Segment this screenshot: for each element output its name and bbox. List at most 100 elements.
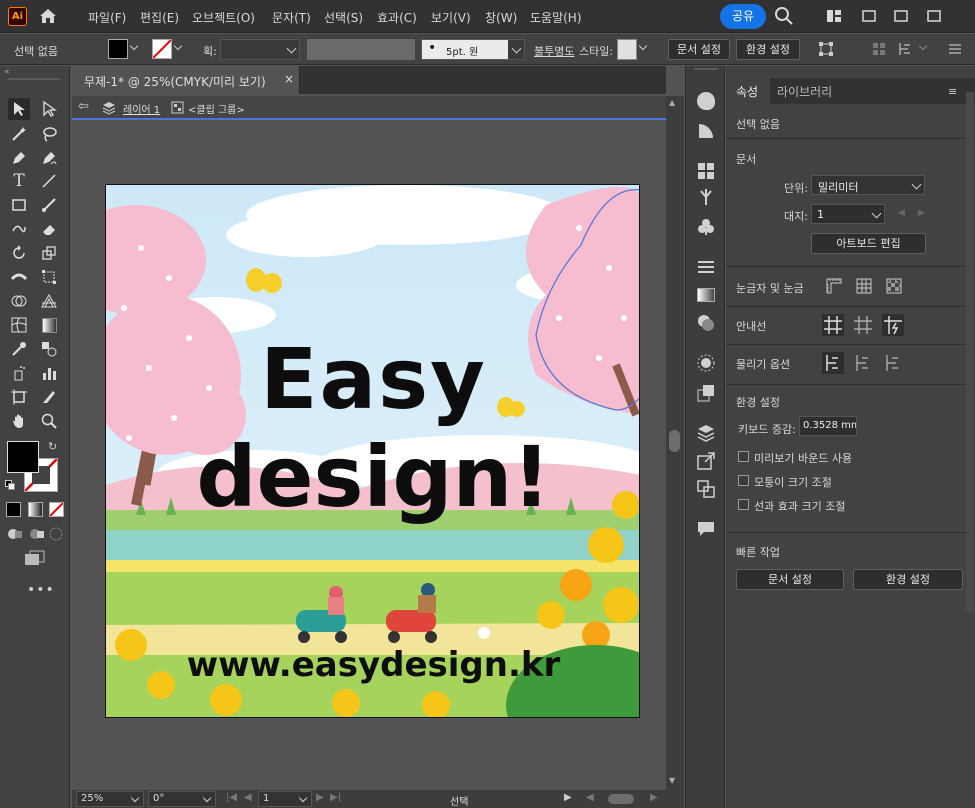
ruler-icon[interactable] [826,278,842,294]
lasso-tool-icon[interactable] [38,123,60,145]
graphic-styles-icon[interactable] [697,384,715,402]
menu-select[interactable]: 선택(S) [324,9,363,26]
gradient-panel-icon[interactable] [697,288,715,302]
artboard[interactable]: Easy design! www.easydesign.kr [105,184,640,718]
last-artboard-icon[interactable]: ▶| [330,792,341,803]
zoom-tool-icon[interactable] [38,410,60,432]
brushes-icon[interactable] [697,188,715,206]
shaper-tool-icon[interactable] [8,218,30,240]
gradient-mode-icon[interactable] [28,502,43,517]
export-icon[interactable] [697,452,715,470]
opacity-label[interactable]: 불투명도 [534,43,574,59]
artboard-number-select[interactable]: 1 [258,791,312,807]
stroke-panel-icon[interactable] [697,258,715,276]
close-icon[interactable] [926,8,942,24]
first-artboard-icon[interactable]: |◀ [226,792,237,803]
scroll-down-icon[interactable]: ▼ [669,776,675,785]
shape-builder-tool-icon[interactable] [8,290,30,312]
transform-icon[interactable] [818,41,834,57]
variable-width-profile[interactable] [307,39,415,60]
share-button[interactable]: 공유 [720,4,766,29]
comments-icon[interactable] [697,520,715,538]
direct-selection-tool-icon[interactable] [38,98,60,120]
eraser-tool-icon[interactable] [38,218,60,240]
horizontal-scroll-thumb[interactable] [608,794,634,804]
qa-document-setup-button[interactable]: 문서 설정 [736,569,844,590]
selection-tool-icon[interactable] [8,98,30,120]
magic-wand-tool-icon[interactable] [8,123,30,145]
edit-artboard-button[interactable]: 아트보드 편집 [811,233,926,254]
stroke-dropdown-icon[interactable] [173,41,185,53]
menu-type[interactable]: 문자(T) [272,9,311,26]
draw-inside-icon[interactable] [49,527,65,541]
color-guide-icon[interactable] [697,122,715,140]
restore-icon[interactable] [893,8,909,24]
panel-menu-icon[interactable]: ≡ [948,85,957,98]
style-dropdown-icon[interactable] [638,41,650,53]
minimize-icon[interactable] [861,8,877,24]
fill-dropdown-icon[interactable] [129,41,141,53]
rectangle-tool-icon[interactable] [8,194,30,216]
type-tool-icon[interactable]: T [8,170,30,192]
hscroll-left-icon[interactable]: ◀ [586,792,594,803]
tab-properties[interactable]: 속성 [726,78,770,104]
none-mode-icon[interactable] [49,502,64,517]
menu-file[interactable]: 파일(F) [88,9,126,26]
hand-tool-icon[interactable] [8,410,30,432]
symbol-sprayer-tool-icon[interactable] [8,362,30,384]
show-guides-icon[interactable] [822,314,844,336]
color-panel-icon[interactable] [697,92,715,110]
default-colors-icon[interactable] [5,480,15,490]
artboard-tool-icon[interactable] [8,386,30,408]
hscroll-right-icon[interactable]: ▶ [650,792,658,803]
grid-icon[interactable] [856,278,872,294]
tab-libraries[interactable]: 라이브러리 [772,78,852,104]
panel-scrollbar[interactable] [966,92,974,612]
gradient-tool-icon[interactable] [38,314,60,336]
pen-tool-icon[interactable] [8,147,30,169]
home-icon[interactable] [38,7,58,25]
line-tool-icon[interactable] [38,170,60,192]
color-mode-icon[interactable] [6,502,21,517]
menu-edit[interactable]: 편집(E) [140,9,179,26]
artboard-select[interactable]: 1 [811,204,885,224]
snap-dropdown-icon[interactable] [918,41,930,53]
workspace-icon[interactable] [826,8,842,24]
brush-definition[interactable]: • 5pt. 원 [421,39,525,60]
more-tools-icon[interactable]: ••• [27,582,55,598]
vertical-scrollbar[interactable]: ▲ ▼ [666,96,684,790]
graph-tool-icon[interactable] [38,362,60,384]
blend-tool-icon[interactable] [38,338,60,360]
next-artboard-icon[interactable]: ▶ [316,792,324,803]
zoom-select[interactable]: 25% [76,791,144,807]
paintbrush-tool-icon[interactable] [38,194,60,216]
menu-lines-icon[interactable] [948,42,962,56]
mesh-tool-icon[interactable] [8,314,30,336]
stroke-weight-field[interactable] [220,39,300,60]
perspective-grid-tool-icon[interactable] [38,290,60,312]
symbols-icon[interactable] [697,218,715,236]
eyedropper-tool-icon[interactable] [8,338,30,360]
swap-colors-icon[interactable]: ↻ [48,440,57,453]
scale-corners-checkbox[interactable] [738,475,749,486]
transparency-grid-icon[interactable] [886,278,902,294]
menu-effect[interactable]: 효과(C) [377,9,417,26]
prev-artboard-arrow-icon[interactable]: ◀ [898,208,905,218]
style-swatch[interactable] [617,39,637,60]
toolbar-grip[interactable] [8,78,60,80]
transparency-icon[interactable] [697,314,715,332]
unit-select[interactable]: 밀리미터 [811,175,925,195]
menu-object[interactable]: 오브젝트(O) [192,9,255,26]
artboards-panel-icon[interactable] [697,480,715,498]
scroll-thumb[interactable] [669,430,680,452]
draw-behind-icon[interactable] [29,527,45,541]
swatches-icon[interactable] [697,162,715,180]
menu-view[interactable]: 보기(V) [431,9,471,26]
rotate-tool-icon[interactable] [8,242,30,264]
scroll-up-icon[interactable]: ▲ [669,98,675,107]
search-icon[interactable] [774,6,794,26]
screen-mode-icon[interactable] [24,550,46,566]
fill-swatch[interactable] [108,39,128,59]
smart-guides-icon[interactable] [882,314,904,336]
document-setup-button[interactable]: 문서 설정 [668,39,730,60]
